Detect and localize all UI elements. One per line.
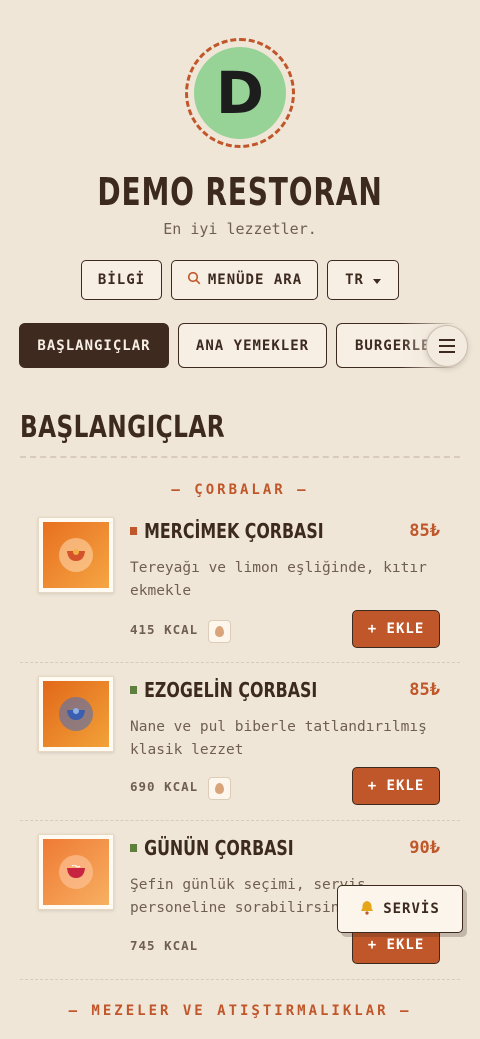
egg-allergen-icon bbox=[208, 620, 231, 643]
section-divider bbox=[20, 456, 460, 458]
tab-label: BAŞLANGIÇLAR bbox=[37, 337, 151, 354]
item-name: MERCİMEK ÇORBASI bbox=[130, 519, 324, 543]
search-icon bbox=[187, 271, 201, 289]
soup-bowl-icon bbox=[59, 538, 93, 572]
category-marker bbox=[130, 843, 138, 852]
soup-bowl-icon bbox=[59, 855, 93, 889]
search-menu-button[interactable]: MENÜDE ARA bbox=[171, 260, 318, 300]
add-to-cart-button[interactable]: + EKLE bbox=[352, 610, 440, 648]
bell-icon bbox=[360, 900, 374, 919]
categories-menu-button[interactable] bbox=[426, 325, 468, 367]
egg-allergen-icon bbox=[208, 777, 231, 800]
item-price: 85₺ bbox=[409, 680, 440, 700]
section-title: BAŞLANGIÇLAR bbox=[20, 410, 226, 445]
item-description: Tereyağı ve limon eşliğinde, kıtır ekmek… bbox=[130, 560, 427, 599]
category-marker bbox=[130, 526, 138, 535]
item-image bbox=[38, 676, 114, 752]
info-button-label: BİLGİ bbox=[97, 272, 146, 288]
category-label-mezeler: — MEZELER VE ATIŞTIRMALIKLAR — bbox=[68, 1003, 412, 1019]
hamburger-icon bbox=[439, 337, 455, 355]
info-button[interactable]: BİLGİ bbox=[81, 260, 162, 300]
item-image bbox=[38, 834, 114, 910]
logo-letter: D bbox=[194, 47, 286, 139]
logo: D bbox=[185, 38, 295, 148]
item-divider bbox=[20, 979, 460, 980]
call-service-button[interactable]: SERVİS bbox=[337, 885, 463, 933]
tab-label: ANA YEMEKLER bbox=[195, 337, 310, 354]
item-name: EZOGELİN ÇORBASI bbox=[130, 678, 317, 702]
search-menu-label: MENÜDE ARA bbox=[207, 272, 303, 288]
item-description: Nane ve pul biberle tatlandırılmış klasi… bbox=[130, 719, 427, 758]
restaurant-name: DEMO RESTORAN bbox=[97, 170, 383, 214]
language-label: TR bbox=[345, 272, 364, 288]
item-image bbox=[38, 517, 114, 593]
menu-item[interactable]: EZOGELİN ÇORBASI 85₺ Nane ve pul biberle… bbox=[20, 676, 460, 816]
item-name: GÜNÜN ÇORBASI bbox=[130, 836, 294, 860]
add-to-cart-button[interactable]: + EKLE bbox=[352, 767, 440, 805]
category-marker bbox=[130, 685, 138, 694]
tab-ana-yemekler[interactable]: ANA YEMEKLER bbox=[178, 323, 327, 368]
menu-item[interactable]: MERCİMEK ÇORBASI 85₺ Tereyağı ve limon e… bbox=[20, 517, 460, 657]
tab-baslangiclar[interactable]: BAŞLANGIÇLAR bbox=[19, 323, 169, 368]
language-select[interactable]: TR bbox=[327, 260, 399, 300]
category-label-corbalar: — ÇORBALAR — bbox=[171, 482, 309, 498]
item-calories: 415 KCAL bbox=[130, 622, 199, 637]
item-divider bbox=[20, 820, 460, 821]
call-service-label: SERVİS bbox=[383, 901, 440, 917]
soup-bowl-icon bbox=[59, 697, 93, 731]
item-price: 85₺ bbox=[409, 521, 440, 541]
item-price: 90₺ bbox=[409, 838, 440, 858]
restaurant-tagline: En iyi lezzetler. bbox=[163, 220, 317, 238]
item-calories: 690 KCAL bbox=[130, 779, 199, 794]
item-divider bbox=[20, 662, 460, 663]
caret-down-icon bbox=[372, 272, 381, 288]
item-calories: 745 KCAL bbox=[130, 938, 199, 953]
